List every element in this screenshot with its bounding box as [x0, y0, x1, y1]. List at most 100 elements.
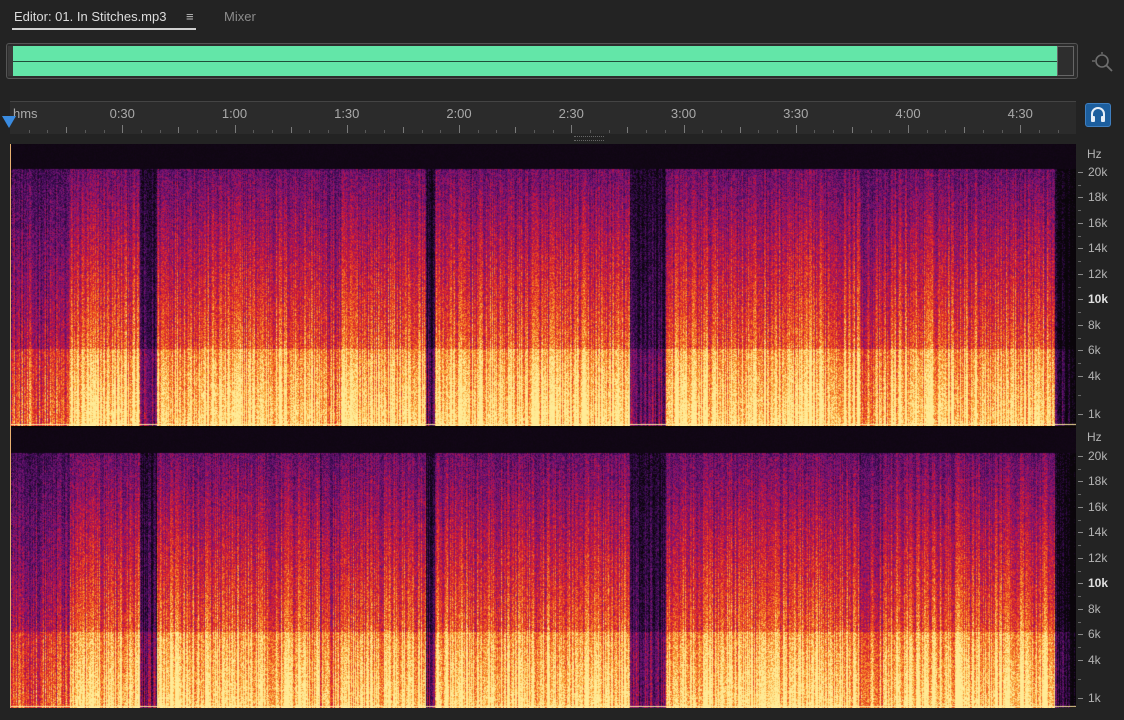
hz-tick — [1078, 248, 1083, 249]
ruler-tick — [440, 130, 442, 133]
hz-label: 14k — [1088, 241, 1108, 255]
ruler-tick — [84, 130, 86, 133]
ruler-tick — [122, 125, 124, 133]
hz-minor-tick — [1078, 519, 1081, 521]
active-tab-indicator — [12, 28, 196, 30]
frequency-scale-left: Hz 20k 18k 16k 14k 12k 10k 8k 6k 4k 1k — [1078, 144, 1124, 426]
ruler-tick — [964, 127, 966, 133]
ruler-tick — [720, 130, 722, 133]
ruler-tick — [683, 125, 685, 133]
ruler-tick — [253, 130, 255, 133]
ruler-unit-label: hms — [13, 106, 38, 121]
hz-minor-tick — [1078, 235, 1081, 237]
hz-unit-label: Hz — [1087, 430, 1102, 444]
ruler-tick — [627, 127, 629, 133]
ruler-tick — [159, 130, 161, 133]
hz-label: 16k — [1088, 500, 1108, 514]
ruler-time-label: 1:00 — [221, 106, 248, 121]
hz-minor-tick — [1078, 184, 1081, 186]
panel-menu-icon[interactable]: ≡ — [186, 9, 194, 24]
ruler-tick — [271, 130, 273, 133]
hz-minor-tick — [1078, 261, 1081, 262]
ruler-tick — [889, 130, 891, 133]
ruler-tick — [290, 127, 292, 133]
ruler-tick — [814, 130, 816, 133]
ruler-tick — [795, 125, 797, 133]
hz-minor-tick — [1078, 596, 1081, 597]
ruler-tick — [328, 130, 330, 133]
hz-label: 8k — [1088, 602, 1101, 616]
ruler-tick — [140, 130, 142, 133]
playhead-marker-icon[interactable] — [2, 116, 16, 128]
ruler-tick — [309, 130, 311, 133]
hz-tick — [1078, 660, 1083, 661]
ruler-tick — [47, 130, 49, 133]
hz-label: 18k — [1088, 474, 1108, 488]
ruler-tick — [197, 130, 199, 133]
hz-minor-tick — [1078, 494, 1081, 495]
spectrogram-left[interactable] — [10, 144, 1076, 426]
hz-label: 18k — [1088, 190, 1108, 204]
tab-mixer[interactable]: Mixer — [224, 9, 256, 24]
hz-minor-tick — [1078, 468, 1081, 470]
hz-minor-tick — [1078, 363, 1081, 364]
hz-label: 8k — [1088, 318, 1101, 332]
hz-label: 10k — [1088, 576, 1109, 590]
hz-tick — [1078, 376, 1083, 377]
hz-label: 12k — [1088, 267, 1108, 281]
hz-tick — [1078, 172, 1083, 173]
time-ruler[interactable]: hms 0:30 1:00 1:30 2:00 2:30 3:00 3:30 4:00 4:30 — [10, 101, 1076, 134]
ruler-time-label: 2:00 — [446, 106, 472, 121]
spectral-channel-right[interactable] — [10, 428, 1076, 708]
hz-tick — [1078, 456, 1083, 457]
ruler-tick — [552, 130, 554, 133]
ruler-tick — [365, 130, 367, 133]
hz-minor-tick — [1078, 647, 1081, 648]
ruler-tick — [571, 125, 573, 133]
ruler-tick — [870, 130, 872, 133]
ruler-time-label: 3:30 — [783, 106, 809, 121]
spectral-channel-left[interactable] — [10, 144, 1076, 426]
ruler-tick — [533, 130, 535, 133]
hz-tick — [1078, 274, 1083, 275]
ruler-tick — [103, 130, 105, 133]
hz-tick — [1078, 507, 1083, 508]
ruler-tick — [1001, 130, 1003, 133]
ruler-tick — [664, 130, 666, 133]
tab-bar — [0, 0, 1124, 38]
hz-tick — [1078, 634, 1083, 635]
zoom-to-fit-icon[interactable] — [1092, 51, 1114, 73]
ruler-tick — [608, 130, 610, 133]
hz-label: 4k — [1088, 653, 1101, 667]
ruler-tick — [982, 130, 984, 133]
hz-label: 1k — [1088, 407, 1101, 421]
panel-resize-grip[interactable] — [574, 136, 604, 141]
ruler-tick — [758, 130, 760, 133]
overview-left-handle[interactable] — [8, 46, 13, 76]
ruler-tick — [496, 130, 498, 133]
overview-right-handle[interactable] — [1057, 46, 1074, 76]
hz-tick — [1078, 698, 1083, 699]
hz-label: 14k — [1088, 525, 1108, 539]
ruler-tick — [234, 125, 236, 133]
hz-label: 10k — [1088, 292, 1109, 306]
ruler-tick — [777, 130, 779, 133]
ruler-tick — [402, 127, 404, 133]
ruler-tick — [477, 130, 479, 133]
hz-label: 20k — [1088, 165, 1108, 179]
hz-tick — [1078, 532, 1083, 533]
hz-label: 4k — [1088, 369, 1101, 383]
ruler-time-label: 4:00 — [895, 106, 921, 121]
hz-tick — [1078, 609, 1083, 610]
ruler-tick — [1038, 130, 1040, 133]
hz-tick — [1078, 414, 1083, 415]
ruler-tick — [702, 130, 704, 133]
hz-tick — [1078, 223, 1083, 224]
ruler-tick — [459, 125, 460, 133]
ruler-tick — [215, 130, 217, 133]
spectrogram-right[interactable] — [10, 428, 1076, 708]
hz-tick — [1078, 197, 1083, 198]
tab-editor[interactable]: Editor: 01. In Stitches.mp3 — [14, 9, 166, 24]
ruler-time-label: 3:00 — [670, 106, 697, 121]
headphones-icon[interactable] — [1085, 103, 1111, 127]
